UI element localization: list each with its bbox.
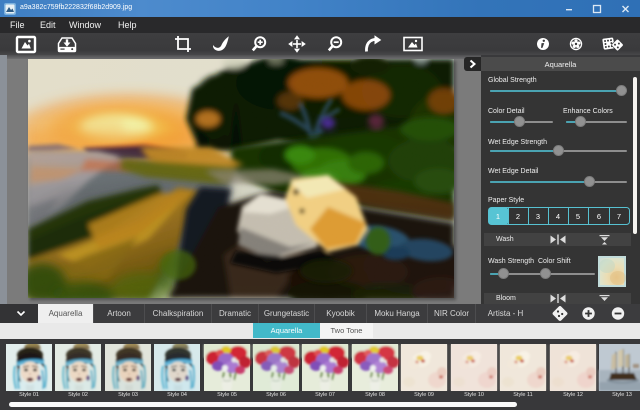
- svg-text:6: 6: [597, 212, 601, 221]
- svg-text:7: 7: [617, 212, 621, 221]
- svg-text:4: 4: [556, 212, 560, 221]
- svg-text:1: 1: [496, 212, 500, 221]
- svg-text:5: 5: [576, 212, 580, 221]
- svg-text:3: 3: [536, 212, 540, 221]
- svg-text:2: 2: [516, 212, 520, 221]
